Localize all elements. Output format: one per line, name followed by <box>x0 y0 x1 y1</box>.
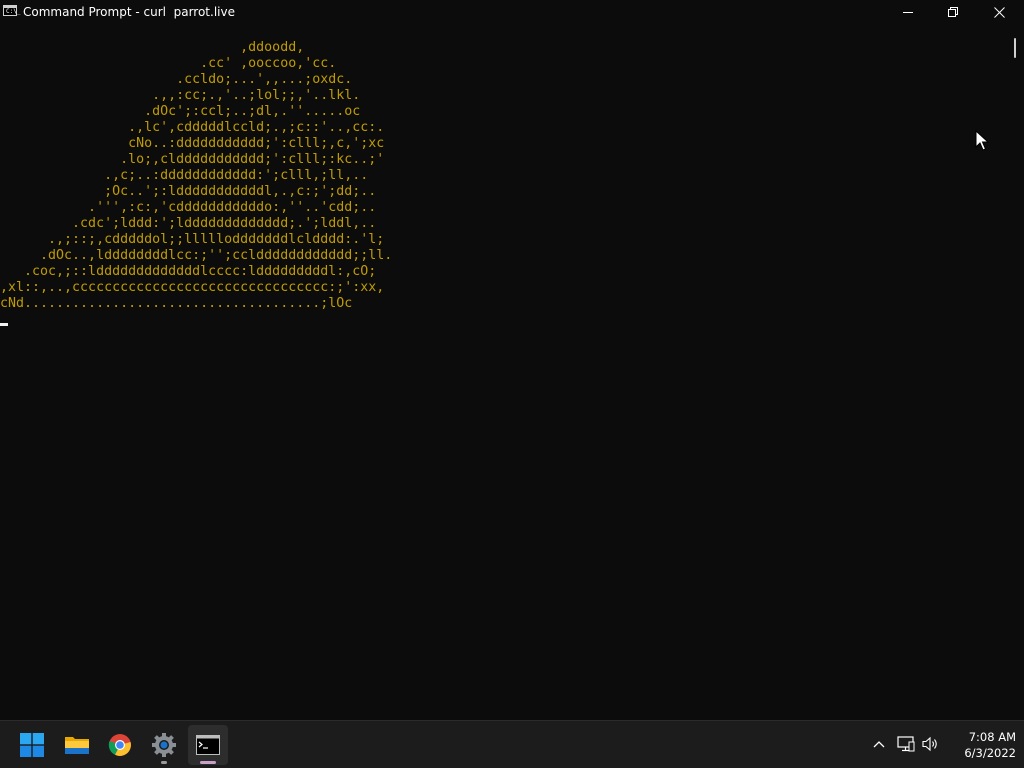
network-icon <box>897 736 915 752</box>
mouse-pointer-icon <box>975 130 989 151</box>
title-bar[interactable]: C:\_ Command Prompt - curl parrot.live <box>0 0 1024 24</box>
close-button[interactable] <box>976 0 1022 24</box>
show-hidden-icons-button[interactable] <box>868 733 890 755</box>
restore-button[interactable] <box>930 0 976 24</box>
active-indicator <box>200 761 216 764</box>
restore-icon <box>948 7 958 17</box>
volume-button[interactable] <box>920 733 942 755</box>
file-explorer-button[interactable] <box>57 725 97 765</box>
cmd-icon-prompt: C:\_ <box>6 8 21 15</box>
scrollbar-thumb[interactable] <box>1014 38 1016 58</box>
folder-icon <box>65 737 89 754</box>
terminal-icon <box>196 735 220 755</box>
chevron-up-icon <box>873 741 885 748</box>
gear-icon <box>152 733 176 757</box>
text-cursor <box>0 323 8 326</box>
clock[interactable]: 7:08 AM 6/3/2022 <box>944 729 1016 761</box>
close-icon <box>993 6 1005 18</box>
minimize-icon <box>903 12 913 13</box>
chrome-icon <box>108 734 131 756</box>
clock-date: 6/3/2022 <box>964 746 1016 760</box>
network-button[interactable] <box>895 733 917 755</box>
vertical-scrollbar[interactable] <box>1006 24 1024 720</box>
terminal-output[interactable]: ,ddoodd, .cc' ,ooccoo,'cc. .ccldo;...',,… <box>0 24 1006 720</box>
window-title: Command Prompt - curl parrot.live <box>23 5 235 19</box>
running-indicator <box>161 761 167 764</box>
windows-start-icon <box>20 733 44 757</box>
ascii-parrot-art: ,ddoodd, .cc' ,ooccoo,'cc. .ccldo;...',,… <box>0 40 393 311</box>
clock-time: 7:08 AM <box>968 730 1016 744</box>
start-button[interactable] <box>12 725 52 765</box>
taskbar: 7:08 AM 6/3/2022 <box>0 720 1024 768</box>
settings-button[interactable] <box>144 725 184 765</box>
chrome-button[interactable] <box>100 725 140 765</box>
command-prompt-button[interactable] <box>188 725 228 765</box>
cmd-icon: C:\_ <box>3 5 21 16</box>
minimize-button[interactable] <box>885 0 931 24</box>
volume-icon <box>922 736 937 752</box>
